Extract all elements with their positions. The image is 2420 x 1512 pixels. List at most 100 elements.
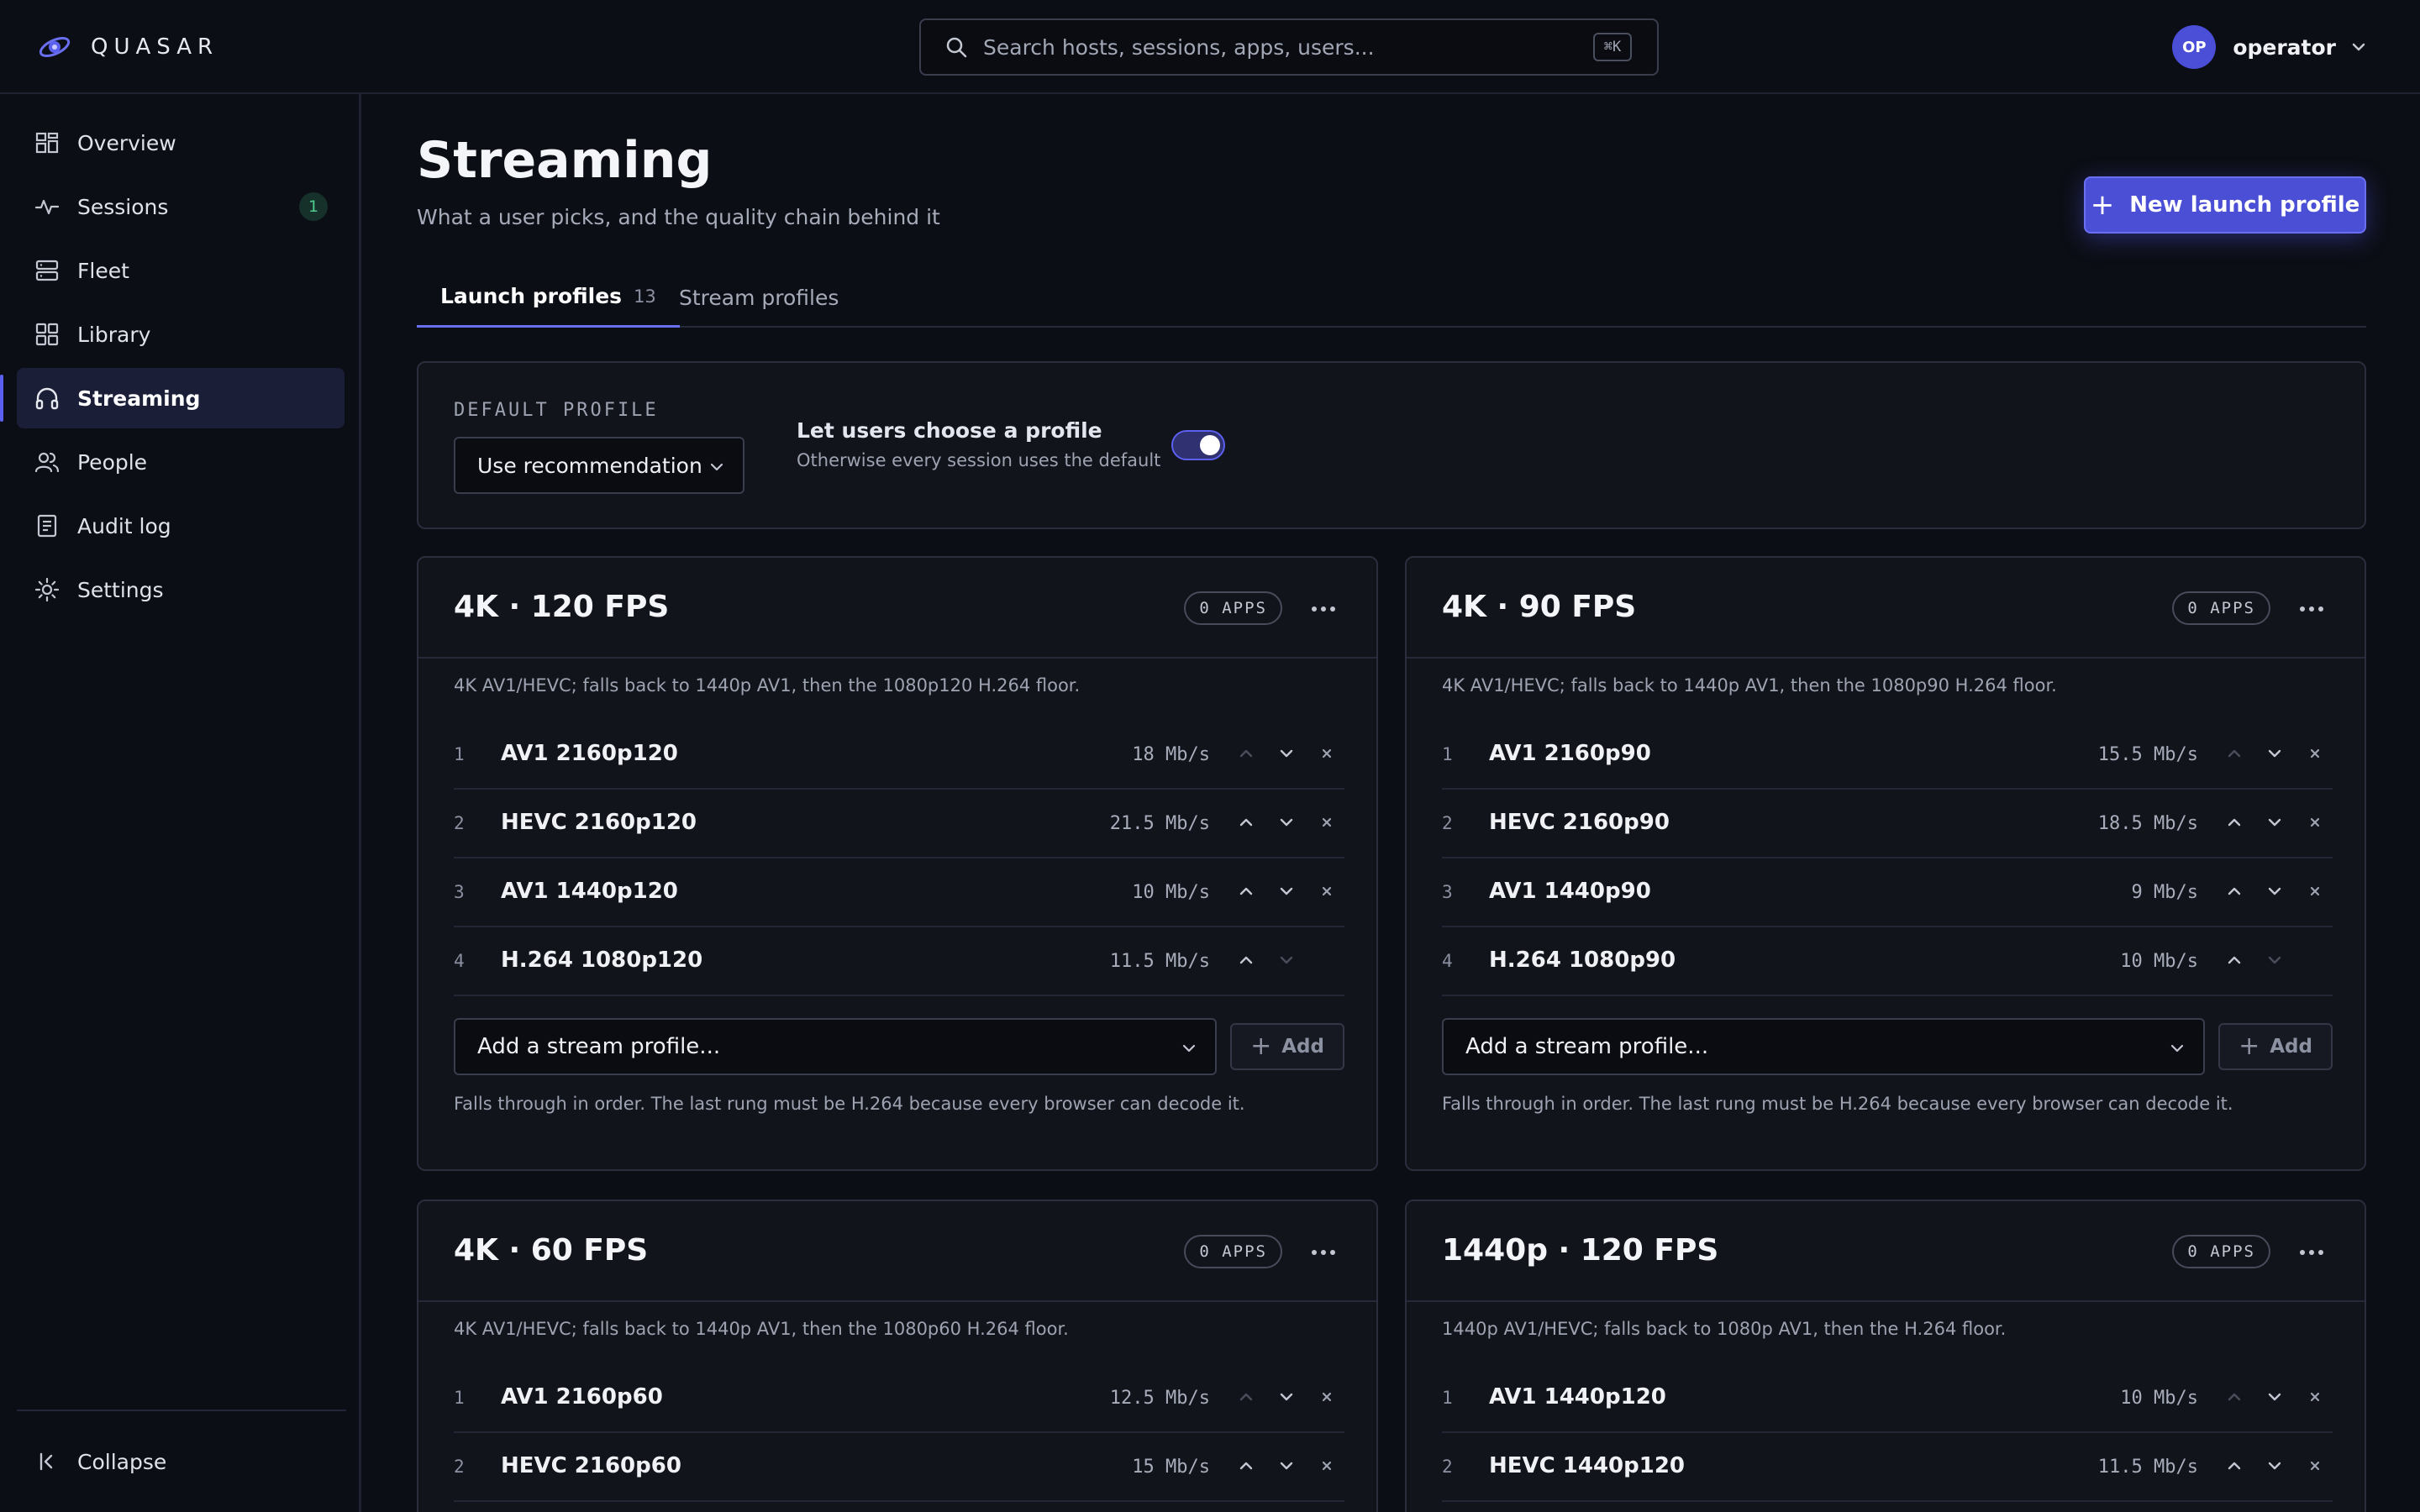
remove-button[interactable] bbox=[1316, 1386, 1338, 1408]
chevron-up-icon bbox=[2228, 1462, 2241, 1470]
add-rung-button[interactable]: + Add bbox=[1230, 1023, 1344, 1070]
move-down-button[interactable] bbox=[1276, 811, 1297, 833]
apps-count-badge: 0 APPS bbox=[1184, 1235, 1282, 1268]
close-icon bbox=[1322, 1461, 1332, 1471]
new-launch-profile-button[interactable]: + New launch profile bbox=[2084, 176, 2366, 234]
chevron-down-icon bbox=[1182, 1044, 1196, 1053]
remove-button[interactable] bbox=[1316, 1455, 1338, 1477]
tab-launch-profiles[interactable]: Launch profiles 13 bbox=[417, 267, 680, 328]
card-footnote: Falls through in order. The last rung mu… bbox=[1442, 1094, 2233, 1114]
rung-name: AV1 1440p120 bbox=[501, 879, 678, 904]
card-header: 1440p · 120 FPS 0 APPS bbox=[1407, 1201, 2365, 1302]
tab-stream-profiles[interactable]: Stream profiles bbox=[679, 267, 839, 328]
close-icon bbox=[2310, 1461, 2320, 1471]
user-menu[interactable]: OP operator bbox=[2172, 25, 2368, 69]
sidebar-item-streaming[interactable]: Streaming bbox=[0, 368, 345, 428]
move-down-button[interactable] bbox=[2264, 880, 2286, 902]
more-options-button[interactable] bbox=[2297, 595, 2326, 623]
move-down-button[interactable] bbox=[1276, 1455, 1297, 1477]
move-up-button[interactable] bbox=[1235, 1386, 1257, 1408]
stream-rung: 4 H.264 1080p90 10 Mb/s bbox=[1442, 927, 2333, 996]
sidebar-item-library[interactable]: Library bbox=[17, 304, 345, 365]
chevron-up-icon bbox=[1239, 749, 1253, 758]
remove-button[interactable] bbox=[1316, 743, 1338, 764]
close-icon bbox=[2310, 886, 2320, 896]
sidebar-item-label: Overview bbox=[77, 130, 176, 155]
move-up-button[interactable] bbox=[2223, 743, 2245, 764]
chevron-up-icon bbox=[2228, 1393, 2241, 1401]
sidebar-item-people[interactable]: People bbox=[17, 432, 345, 492]
remove-button[interactable] bbox=[2304, 880, 2326, 902]
brand[interactable]: QUASAR bbox=[37, 29, 218, 66]
user-choice-toggle[interactable] bbox=[1171, 430, 1225, 460]
move-up-button[interactable] bbox=[2223, 949, 2245, 971]
move-down-button[interactable] bbox=[2264, 743, 2286, 764]
move-up-button[interactable] bbox=[2223, 1455, 2245, 1477]
rung-number: 1 bbox=[454, 1388, 465, 1408]
sidebar-item-sessions[interactable]: Sessions 1 bbox=[17, 176, 345, 237]
move-up-button[interactable] bbox=[1235, 743, 1257, 764]
sidebar-item-audit-log[interactable]: Audit log bbox=[17, 496, 345, 556]
sidebar-item-fleet[interactable]: Fleet bbox=[17, 240, 345, 301]
move-down-button[interactable] bbox=[1276, 880, 1297, 902]
chevron-up-icon bbox=[2228, 818, 2241, 827]
move-down-button[interactable] bbox=[2264, 1386, 2286, 1408]
rung-name: HEVC 2160p60 bbox=[501, 1453, 681, 1478]
page-subtitle: What a user picks, and the quality chain… bbox=[417, 205, 940, 229]
card-title: 1440p · 120 FPS bbox=[1442, 1233, 1719, 1268]
chevron-up-icon bbox=[1239, 956, 1253, 964]
card-header: 4K · 60 FPS 0 APPS bbox=[418, 1201, 1376, 1302]
add-stream-profile-placeholder: Add a stream profile... bbox=[1465, 1034, 1709, 1059]
remove-button[interactable] bbox=[1316, 880, 1338, 902]
search-bar[interactable]: ⌘K bbox=[919, 18, 1659, 76]
user-name: operator bbox=[2233, 34, 2336, 60]
search-input[interactable] bbox=[983, 34, 1593, 60]
user-choice-title: Let users choose a profile bbox=[797, 418, 1102, 443]
move-down-button[interactable] bbox=[2264, 1455, 2286, 1477]
move-up-button[interactable] bbox=[2223, 880, 2245, 902]
remove-button[interactable] bbox=[2304, 1386, 2326, 1408]
launch-profile-card: 4K · 60 FPS 0 APPS 4K AV1/HEVC; falls ba… bbox=[417, 1200, 1378, 1512]
chevron-down-icon bbox=[1280, 1462, 1293, 1470]
move-down-button[interactable] bbox=[1276, 949, 1297, 971]
rung-bitrate: 15.5 Mb/s bbox=[2097, 744, 2198, 765]
card-title: 4K · 90 FPS bbox=[1442, 590, 1637, 624]
more-options-button[interactable] bbox=[2297, 1238, 2326, 1267]
move-down-button[interactable] bbox=[1276, 743, 1297, 764]
move-down-button[interactable] bbox=[2264, 811, 2286, 833]
add-rung-button[interactable]: + Add bbox=[2218, 1023, 2333, 1070]
more-options-button[interactable] bbox=[1309, 1238, 1338, 1267]
chevron-down-icon bbox=[1280, 956, 1293, 964]
add-stream-profile-select[interactable]: Add a stream profile... bbox=[1442, 1018, 2205, 1075]
move-up-button[interactable] bbox=[1235, 811, 1257, 833]
collapse-label: Collapse bbox=[77, 1449, 167, 1474]
collapse-icon bbox=[34, 1448, 60, 1475]
rung-number: 2 bbox=[1442, 1457, 1453, 1477]
brand-name: QUASAR bbox=[91, 34, 219, 60]
rung-bitrate: 12.5 Mb/s bbox=[1109, 1388, 1210, 1409]
headphones-icon bbox=[34, 385, 60, 412]
rung-number: 2 bbox=[454, 813, 465, 833]
remove-button[interactable] bbox=[1316, 811, 1338, 833]
move-up-button[interactable] bbox=[2223, 811, 2245, 833]
top-bar: QUASAR ⌘K OP operator bbox=[0, 0, 2420, 94]
move-up-button[interactable] bbox=[1235, 1455, 1257, 1477]
sidebar-item-overview[interactable]: Overview bbox=[17, 113, 345, 173]
remove-button[interactable] bbox=[2304, 743, 2326, 764]
sidebar-item-settings[interactable]: Settings bbox=[17, 559, 345, 620]
move-up-button[interactable] bbox=[2223, 1386, 2245, 1408]
move-down-button[interactable] bbox=[2264, 949, 2286, 971]
move-down-button[interactable] bbox=[1276, 1386, 1297, 1408]
remove-button[interactable] bbox=[2304, 811, 2326, 833]
add-stream-profile-select[interactable]: Add a stream profile... bbox=[454, 1018, 1217, 1075]
close-icon bbox=[1322, 817, 1332, 827]
move-up-button[interactable] bbox=[1235, 949, 1257, 971]
more-options-button[interactable] bbox=[1309, 595, 1338, 623]
remove-button[interactable] bbox=[2304, 1455, 2326, 1477]
collapse-button[interactable]: Collapse bbox=[17, 1431, 345, 1492]
default-profile-select[interactable]: Use recommendation bbox=[454, 437, 744, 494]
chevron-down-icon bbox=[2268, 749, 2281, 758]
move-up-button[interactable] bbox=[1235, 880, 1257, 902]
default-profile-panel: DEFAULT PROFILE Use recommendation Let u… bbox=[417, 361, 2366, 529]
plus-icon: + bbox=[2090, 188, 2115, 222]
